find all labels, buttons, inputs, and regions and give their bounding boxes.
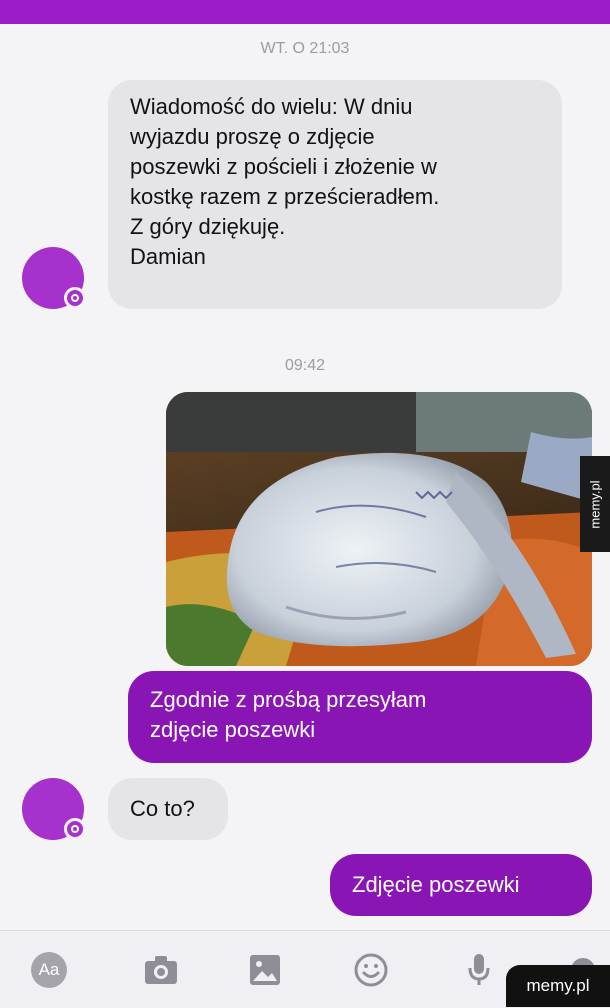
message-line: Wiadomość do wielu: W dniu (130, 94, 413, 119)
camera-icon (145, 956, 177, 984)
timestamp: 09:42 (284, 357, 326, 374)
message-line: Zgodnie z prośbą przesyłam (150, 687, 427, 712)
message-line: poszewki z pościeli i złożenie w (130, 154, 437, 179)
incoming-message-bubble[interactable]: Wiadomość do wielu: W dniu wyjazdu prosz… (108, 80, 562, 309)
text-format-button[interactable]: Aa (30, 951, 68, 989)
message-line: zdjęcie poszewki (150, 717, 316, 742)
message-line: wyjazdu proszę o zdjęcie (130, 124, 375, 149)
gallery-icon (250, 955, 280, 985)
message-line: Z góry dziękuję. (130, 214, 286, 239)
microphone-icon (468, 954, 490, 985)
timestamp: WT. O 21:03 (260, 40, 350, 57)
watermark: memy.pl (506, 965, 610, 1007)
message-line: kostkę razem z prześcieradłem. (130, 184, 440, 209)
incoming-message-bubble[interactable]: Co to? (108, 778, 228, 840)
outgoing-message-bubble[interactable]: Zgodnie z prośbą przesyłam zdjęcie posze… (128, 671, 592, 763)
outgoing-message-bubble[interactable]: Zdjęcie poszewki (330, 854, 592, 916)
camera-button[interactable] (142, 951, 180, 989)
pillowcase-photo (166, 392, 592, 666)
active-status-badge (64, 287, 86, 309)
avatar[interactable] (22, 247, 86, 309)
message-text: Co to? (130, 796, 195, 821)
emoji-icon (354, 953, 388, 987)
microphone-button[interactable] (460, 951, 498, 989)
top-app-bar (0, 0, 610, 24)
message-line: Damian (130, 244, 206, 269)
photo-attachment[interactable] (166, 392, 592, 666)
emoji-button[interactable] (352, 951, 390, 989)
watermark: memy.pl (580, 456, 610, 552)
active-status-badge (64, 818, 86, 840)
avatar[interactable] (22, 778, 86, 840)
aa-icon: Aa (31, 952, 67, 988)
message-text: Zdjęcie poszewki (352, 872, 520, 897)
gallery-button[interactable] (246, 951, 284, 989)
